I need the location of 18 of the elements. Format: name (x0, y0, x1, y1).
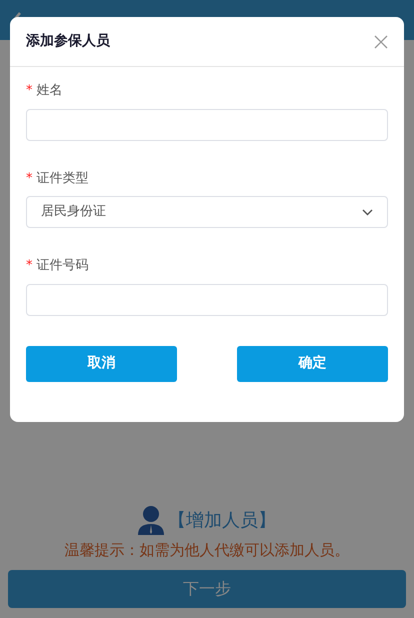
field-label: 证件类型 (36, 170, 88, 188)
chevron-down-icon (362, 208, 373, 216)
required-mark: * (26, 257, 32, 275)
dialog-title: 添加参保人员 (26, 32, 110, 51)
field-label: 证件号码 (36, 257, 88, 275)
confirm-button[interactable]: 确定 (237, 346, 388, 382)
person-icon (138, 505, 164, 535)
required-mark: * (26, 82, 32, 100)
input-field[interactable] (26, 284, 388, 316)
required-mark: * (26, 170, 32, 188)
cancel-button[interactable]: 取消 (26, 346, 177, 382)
input-field[interactable] (26, 108, 388, 140)
next-button[interactable]: 下一步 (8, 570, 406, 608)
tip-text: 温馨提示：如需为他人代缴可以添加人员。 (64, 540, 350, 561)
field-label: 姓名 (36, 82, 62, 100)
add-person-link[interactable]: 【增加人员】 (168, 506, 276, 534)
select-field[interactable]: 居民身份证 (26, 196, 388, 228)
close-button[interactable] (374, 34, 388, 48)
